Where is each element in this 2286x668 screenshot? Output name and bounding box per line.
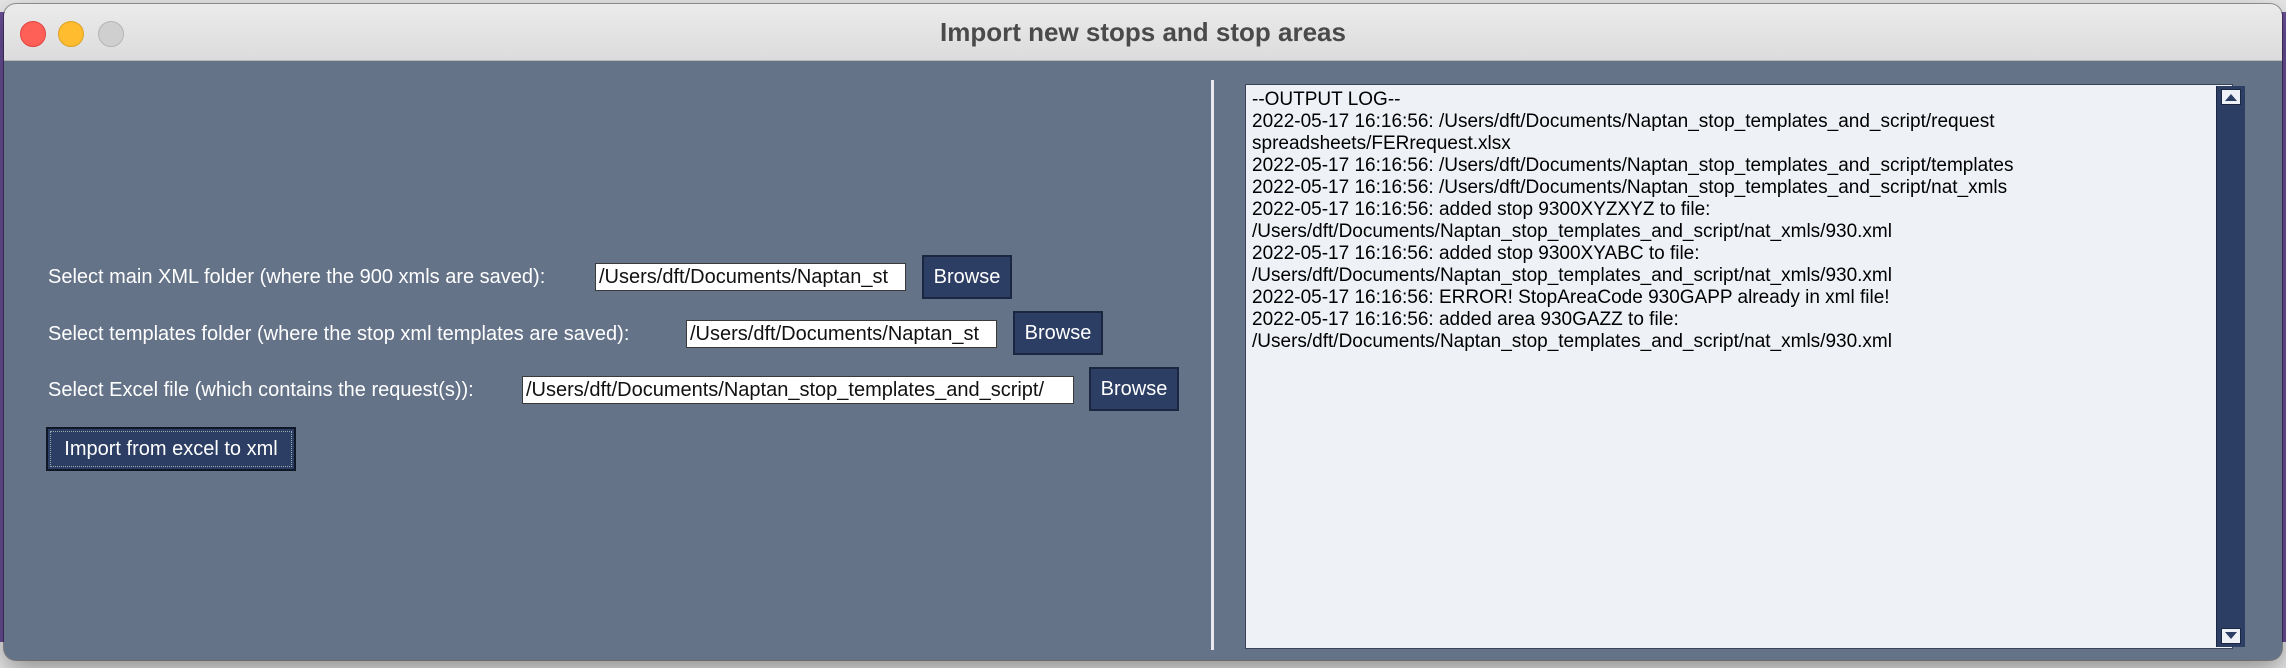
excel-file-browse-button[interactable]: Browse: [1089, 367, 1179, 411]
form-panel: Select main XML folder (where the 900 xm…: [4, 61, 1204, 660]
xml-folder-browse-button[interactable]: Browse: [922, 255, 1012, 299]
panel-divider: [1211, 80, 1214, 650]
title-bar[interactable]: Import new stops and stop areas: [4, 4, 2282, 61]
import-window: Import new stops and stop areas Select m…: [4, 4, 2282, 660]
log-line: 2022-05-17 16:16:56: added stop 9300XYZX…: [1252, 199, 1711, 220]
excel-file-label: Select Excel file (which contains the re…: [48, 379, 474, 401]
templates-folder-browse-button[interactable]: Browse: [1013, 311, 1103, 355]
log-line: /Users/dft/Documents/Naptan_stop_templat…: [1252, 331, 1892, 352]
log-line: 2022-05-17 16:16:56: ERROR! StopAreaCode…: [1252, 287, 1890, 308]
log-line: 2022-05-17 16:16:56: added stop 9300XYAB…: [1252, 243, 1700, 264]
log-line: /Users/dft/Documents/Naptan_stop_templat…: [1252, 221, 1892, 242]
log-line: --OUTPUT LOG--: [1252, 89, 1401, 110]
import-from-excel-button[interactable]: Import from excel to xml: [46, 427, 296, 471]
output-log[interactable]: --OUTPUT LOG-- 2022-05-17 16:16:56: /Use…: [1245, 84, 2233, 649]
excel-file-input[interactable]: /Users/dft/Documents/Naptan_stop_templat…: [522, 376, 1074, 404]
scroll-up-arrow-icon[interactable]: [2221, 89, 2241, 105]
templates-folder-input[interactable]: /Users/dft/Documents/Naptan_st: [686, 320, 997, 348]
log-line: /Users/dft/Documents/Naptan_stop_templat…: [1252, 265, 1892, 286]
window-title: Import new stops and stop areas: [940, 17, 1346, 47]
log-line: 2022-05-17 16:16:56: added area 930GAZZ …: [1252, 309, 1679, 330]
scroll-down-arrow-icon[interactable]: [2221, 628, 2241, 644]
log-scrollbar[interactable]: [2216, 86, 2245, 647]
log-line: 2022-05-17 16:16:56: /Users/dft/Document…: [1252, 177, 2008, 198]
templates-folder-label: Select templates folder (where the stop …: [48, 323, 630, 345]
log-line: spreadsheets/FERrequest.xlsx: [1252, 133, 1511, 154]
xml-folder-label: Select main XML folder (where the 900 xm…: [48, 266, 546, 288]
log-line: 2022-05-17 16:16:56: /Users/dft/Document…: [1252, 155, 2014, 176]
log-line: 2022-05-17 16:16:56: /Users/dft/Document…: [1252, 111, 1995, 132]
xml-folder-input[interactable]: /Users/dft/Documents/Naptan_st: [595, 263, 906, 291]
